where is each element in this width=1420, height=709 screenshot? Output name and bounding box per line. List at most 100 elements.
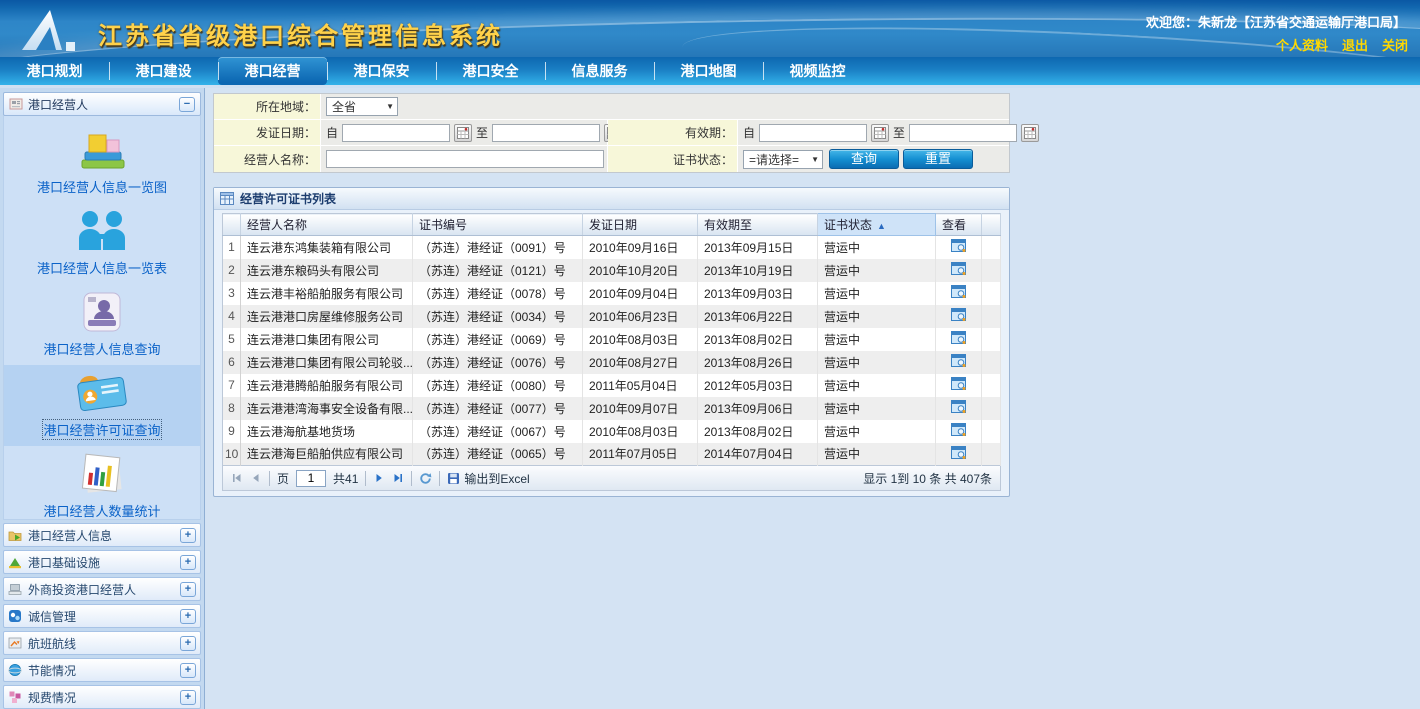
table-row[interactable]: 3 连云港丰裕船舶服务有限公司 （苏连）港经证（0078）号 2010年09月0… bbox=[223, 282, 1001, 305]
refresh-button[interactable] bbox=[419, 472, 432, 485]
table-row[interactable]: 6 连云港港口集团有限公司轮驳... （苏连）港经证（0076）号 2010年0… bbox=[223, 351, 1001, 374]
tab-port-security[interactable]: 港口保安 bbox=[327, 57, 436, 85]
operator-name-input[interactable] bbox=[326, 150, 604, 168]
expand-button[interactable]: + bbox=[180, 528, 196, 543]
view-button[interactable] bbox=[951, 423, 966, 436]
tab-port-construction[interactable]: 港口建设 bbox=[109, 57, 218, 85]
expand-button[interactable]: + bbox=[180, 609, 196, 624]
view-button[interactable] bbox=[951, 239, 966, 252]
tab-info-service[interactable]: 信息服务 bbox=[545, 57, 654, 85]
calendar-button[interactable] bbox=[454, 124, 472, 142]
valid-until-cell: 2013年06月22日 bbox=[698, 305, 818, 328]
sidebar-item-license-query[interactable]: 港口经营许可证查询 bbox=[4, 365, 200, 446]
view-button[interactable] bbox=[951, 331, 966, 344]
col-filler bbox=[982, 214, 1001, 236]
table-row[interactable]: 9 连云港海航基地货场 （苏连）港经证（0067）号 2010年08月03日 2… bbox=[223, 420, 1001, 443]
expand-button[interactable]: + bbox=[180, 690, 196, 705]
col-cert-number[interactable]: 证书编号 bbox=[413, 214, 583, 236]
cert-status-select[interactable]: =请选择= bbox=[743, 150, 823, 169]
last-page-button[interactable] bbox=[392, 472, 404, 484]
issue-date-to-input[interactable] bbox=[492, 124, 600, 142]
table-row[interactable]: 1 连云港东鸿集装箱有限公司 （苏连）港经证（0091）号 2010年09月16… bbox=[223, 236, 1001, 259]
col-issue-date[interactable]: 发证日期 bbox=[583, 214, 698, 236]
view-button[interactable] bbox=[951, 377, 966, 390]
table-row[interactable]: 2 连云港东粮码头有限公司 （苏连）港经证（0121）号 2010年10月20日… bbox=[223, 259, 1001, 282]
sidebar-item-operator-info-query[interactable]: 港口经营人信息查询 bbox=[4, 284, 200, 365]
calendar-button[interactable] bbox=[1021, 124, 1039, 142]
view-button[interactable] bbox=[951, 285, 966, 298]
expand-button[interactable]: + bbox=[180, 555, 196, 570]
collapse-button[interactable]: − bbox=[179, 97, 195, 112]
main-nav: 港口规划 港口建设 港口经营 港口保安 港口安全 信息服务 港口地图 视频监控 bbox=[0, 57, 1420, 85]
issue-date-cell: 2010年08月03日 bbox=[583, 420, 698, 443]
accordion-label: 港口基础设施 bbox=[28, 554, 100, 571]
sidebar-item-operator-overview-table[interactable]: 港口经营人信息一览表 bbox=[4, 203, 200, 284]
logout-link[interactable]: 退出 bbox=[1342, 35, 1368, 54]
issue-date-controls: 自 至 bbox=[321, 120, 608, 145]
next-page-button[interactable] bbox=[373, 472, 385, 484]
tab-video-monitor[interactable]: 视频监控 bbox=[763, 57, 872, 85]
from-label: 自 bbox=[326, 124, 338, 141]
calendar-button[interactable] bbox=[871, 124, 889, 142]
prev-page-button[interactable] bbox=[250, 472, 262, 484]
view-button[interactable] bbox=[951, 400, 966, 413]
accordion-foreign-invested-operators[interactable]: 外商投资港口经营人 + bbox=[3, 577, 201, 601]
issue-date-cell: 2010年08月27日 bbox=[583, 351, 698, 374]
sidebar-item-label: 港口经营人数量统计 bbox=[43, 501, 160, 520]
tab-port-operation[interactable]: 港口经营 bbox=[218, 57, 327, 85]
sidebar-panel-title: 港口经营人 bbox=[28, 96, 88, 113]
cert-status-cell: 营运中 bbox=[818, 259, 936, 282]
tab-port-planning[interactable]: 港口规划 bbox=[0, 57, 109, 85]
table-row[interactable]: 5 连云港港口集团有限公司 （苏连）港经证（0069）号 2010年08月03日… bbox=[223, 328, 1001, 351]
expand-button[interactable]: + bbox=[180, 663, 196, 678]
sidebar-item-operator-statistics[interactable]: 港口经营人数量统计 bbox=[4, 446, 200, 527]
table-row[interactable]: 7 连云港港腾船舶服务有限公司 （苏连）港经证（0080）号 2011年05月0… bbox=[223, 374, 1001, 397]
region-select[interactable]: 全省 bbox=[326, 97, 398, 116]
view-button[interactable] bbox=[951, 354, 966, 367]
reset-button[interactable]: 重置 bbox=[903, 149, 973, 169]
tab-port-safety[interactable]: 港口安全 bbox=[436, 57, 545, 85]
tab-port-map[interactable]: 港口地图 bbox=[654, 57, 763, 85]
table-row[interactable]: 4 连云港港口房屋维修服务公司 （苏连）港经证（0034）号 2010年06月2… bbox=[223, 305, 1001, 328]
sidebar: 港口经营人 − 港口经营人信息一览图 bbox=[0, 88, 205, 709]
cert-number-cell: （苏连）港经证（0077）号 bbox=[413, 397, 583, 420]
table-row[interactable]: 8 连云港港湾海事安全设备有限... （苏连）港经证（0077）号 2010年0… bbox=[223, 397, 1001, 420]
profile-link[interactable]: 个人资料 bbox=[1276, 35, 1328, 54]
view-button[interactable] bbox=[951, 308, 966, 321]
view-button[interactable] bbox=[951, 262, 966, 275]
issue-date-cell: 2010年06月23日 bbox=[583, 305, 698, 328]
filler-cell bbox=[982, 236, 1001, 259]
accordion-integrity-management[interactable]: 诚信管理 + bbox=[3, 604, 201, 628]
export-excel-button[interactable]: 输出到Excel bbox=[447, 470, 529, 487]
filter-row-name-status: 经营人名称： 证书状态： =请选择= 查询 重置 bbox=[214, 146, 1009, 172]
sort-ascending-icon: ▲ bbox=[877, 221, 886, 231]
sidebar-item-operator-overview-map[interactable]: 港口经营人信息一览图 bbox=[4, 122, 200, 203]
table-row[interactable]: 10 连云港海巨船舶供应有限公司 （苏连）港经证（0065）号 2011年07月… bbox=[223, 443, 1001, 466]
app-header: 江苏省省级港口综合管理信息系统 欢迎您：朱新龙【江苏省交通运输厅港口局】 个人资… bbox=[0, 0, 1420, 57]
expand-button[interactable]: + bbox=[180, 582, 196, 597]
validity-from-input[interactable] bbox=[759, 124, 867, 142]
cert-number-cell: （苏连）港经证（0091）号 bbox=[413, 236, 583, 259]
to-label: 至 bbox=[476, 124, 488, 141]
cert-number-cell: （苏连）港经证（0078）号 bbox=[413, 282, 583, 305]
accordion-fees[interactable]: 规费情况 + bbox=[3, 685, 201, 709]
validity-to-input[interactable] bbox=[909, 124, 1017, 142]
col-valid-until[interactable]: 有效期至 bbox=[698, 214, 818, 236]
accordion-flight-routes[interactable]: 航班航线 + bbox=[3, 631, 201, 655]
search-button[interactable]: 查询 bbox=[829, 149, 899, 169]
view-button[interactable] bbox=[951, 446, 966, 459]
first-page-button[interactable] bbox=[231, 472, 243, 484]
accordion-port-infrastructure[interactable]: 港口基础设施 + bbox=[3, 550, 201, 574]
col-operator-name[interactable]: 经营人名称 bbox=[241, 214, 413, 236]
page-number-input[interactable] bbox=[296, 470, 326, 487]
accordion-energy-saving[interactable]: 节能情况 + bbox=[3, 658, 201, 682]
expand-button[interactable]: + bbox=[180, 636, 196, 651]
issue-date-from-input[interactable] bbox=[342, 124, 450, 142]
close-link[interactable]: 关闭 bbox=[1382, 35, 1408, 54]
accordion-label: 航班航线 bbox=[28, 635, 76, 652]
col-cert-status-sorted[interactable]: 证书状态▲ bbox=[818, 214, 936, 236]
sidebar-panel-header-port-operator[interactable]: 港口经营人 − bbox=[3, 92, 201, 116]
row-number: 4 bbox=[223, 305, 241, 328]
filler-cell bbox=[982, 397, 1001, 420]
issue-date-cell: 2010年10月20日 bbox=[583, 259, 698, 282]
